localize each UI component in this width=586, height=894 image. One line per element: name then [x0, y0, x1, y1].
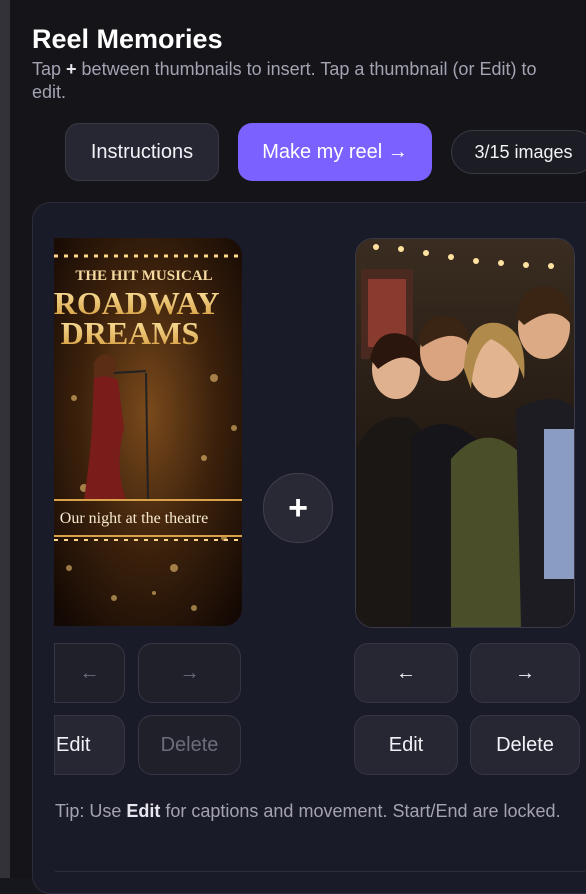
page-subtitle: Tap + between thumbnails to insert. Tap … [32, 59, 537, 102]
thumbnail-group-photo[interactable] [355, 238, 575, 628]
move-right-button-2[interactable]: → [470, 643, 580, 703]
poster-image: THE HIT MUSICAL BROADWAY DREAMS Our nigh… [54, 238, 242, 626]
thumbnail-strip[interactable]: THE HIT MUSICAL BROADWAY DREAMS Our nigh… [32, 202, 586, 894]
move-left-button-2[interactable]: ← [354, 643, 458, 703]
move-left-button-1[interactable]: ← [54, 643, 125, 703]
window-edge [0, 0, 10, 878]
group-photo-image [356, 239, 574, 627]
poster-title-line2: DREAMS [61, 315, 200, 351]
tip-text: Tip: Use Edit for captions and movement.… [55, 801, 561, 821]
arrow-left-icon: ← [79, 661, 100, 684]
delete-button-2[interactable]: Delete [470, 715, 580, 775]
arrow-left-icon: ← [396, 661, 416, 684]
plus-glyph: + [66, 59, 77, 79]
thumbnail-broadway-poster[interactable]: THE HIT MUSICAL BROADWAY DREAMS Our nigh… [54, 238, 242, 626]
arrow-right-icon: → [179, 661, 200, 684]
move-right-button-1[interactable]: → [138, 643, 241, 703]
insert-image-button[interactable]: + [263, 473, 333, 543]
plus-icon: + [288, 488, 308, 527]
page-title: Reel Memories [32, 24, 223, 54]
thumbnail-controls: ← → Edit Delete ← → Edit Delete [54, 633, 584, 793]
edit-button-1[interactable]: Edit [54, 715, 125, 775]
edit-button-2[interactable]: Edit [354, 715, 458, 775]
arrow-right-icon: → [515, 661, 535, 684]
delete-button-1[interactable]: Delete [138, 715, 241, 775]
instructions-button[interactable]: Instructions [65, 123, 219, 181]
poster-caption: Our night at the theatre [60, 510, 208, 527]
image-count-badge: 3/15 images [451, 130, 586, 174]
make-reel-button[interactable]: Make my reel → [238, 123, 432, 181]
divider [55, 871, 585, 872]
poster-tagline: THE HIT MUSICAL [75, 268, 212, 284]
